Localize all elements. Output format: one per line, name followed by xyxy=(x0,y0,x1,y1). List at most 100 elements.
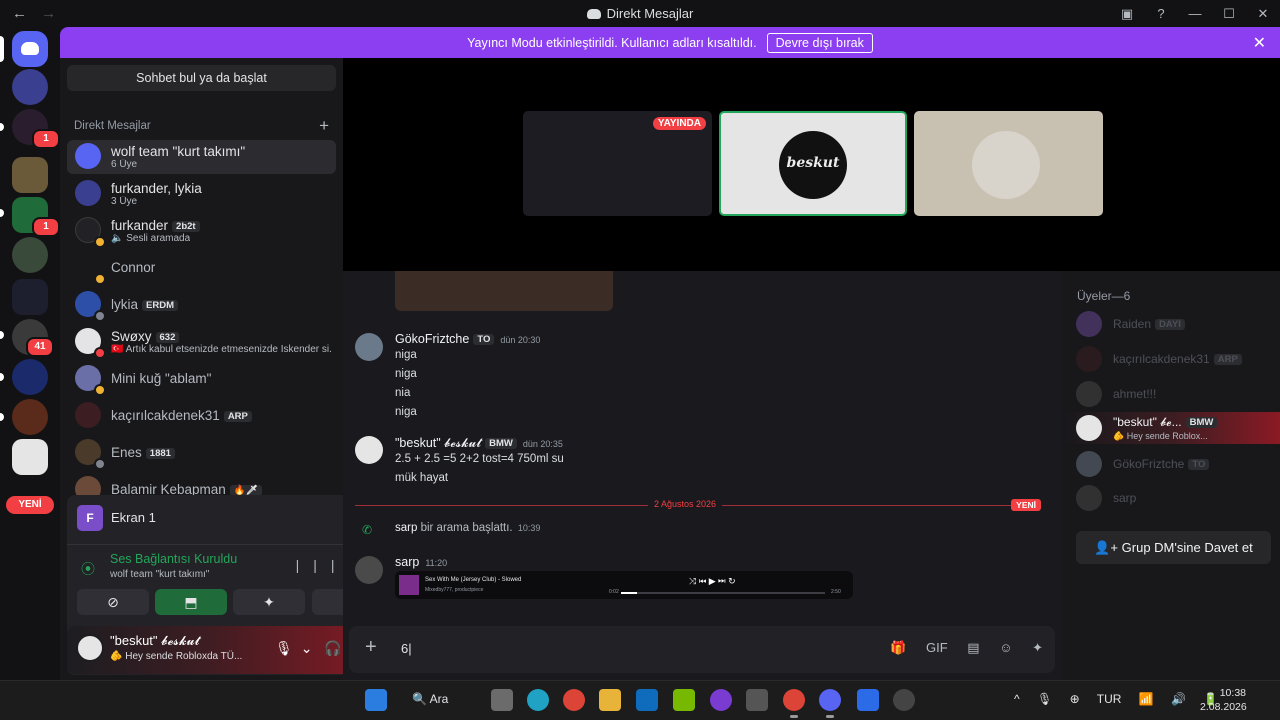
help-icon[interactable]: ? xyxy=(1144,0,1178,27)
clock[interactable]: 10:38 2.08.2026 xyxy=(1200,686,1247,714)
member-item[interactable]: "beskut" 𝓫𝓮... BMW 🫵 Hey sende Roblox... xyxy=(1063,412,1280,444)
stream-tile-beskut[interactable]: beskut xyxy=(719,111,907,216)
stream-tile-participant[interactable] xyxy=(914,111,1103,216)
user-name[interactable]: "beskut" 𝓫𝓮𝓼𝓴𝓾𝓽 xyxy=(110,633,200,649)
chat-app-icon[interactable] xyxy=(710,689,732,711)
edge-icon[interactable] xyxy=(527,689,549,711)
discord-icon[interactable] xyxy=(819,689,841,711)
chrome-profile-icon[interactable] xyxy=(783,689,805,711)
offline-status-icon xyxy=(94,310,106,322)
server-icon[interactable] xyxy=(12,237,48,273)
dm-avatar-shortcut[interactable] xyxy=(12,69,48,105)
server-icon[interactable] xyxy=(12,157,48,193)
tray-overflow-icon[interactable]: ^ xyxy=(1014,692,1020,706)
server-icon[interactable] xyxy=(12,439,48,475)
member-avatar xyxy=(1076,311,1102,337)
wifi-icon[interactable]: 📶 xyxy=(1139,692,1154,706)
invite-to-group-dm-button[interactable]: 👤+ Grup DM'sine Davet et xyxy=(1076,531,1271,564)
windows-start-icon[interactable] xyxy=(365,689,387,711)
message-avatar[interactable] xyxy=(355,333,383,361)
user-avatar[interactable] xyxy=(76,634,104,662)
message-author[interactable]: "beskut" 𝓫𝓮𝓼𝓴𝓾𝓽 xyxy=(395,436,481,450)
spotify-embed: Sex With Me (Jersey Club) - Slowed Mixed… xyxy=(395,571,853,599)
dm-item-furkander[interactable]: furkander 2b2t 🔈 Sesli aramada xyxy=(67,214,336,248)
member-item[interactable]: sarp xyxy=(1063,482,1280,514)
message-avatar[interactable] xyxy=(355,556,383,584)
message-author[interactable]: GökoFriztche xyxy=(395,332,469,346)
language-icon[interactable]: ⊕ xyxy=(1070,692,1080,706)
message-author[interactable]: sarp xyxy=(395,555,419,569)
volume-icon[interactable]: 🔊 xyxy=(1171,692,1186,706)
file-explorer-icon[interactable] xyxy=(599,689,621,711)
minimize-button[interactable]: — xyxy=(1178,0,1212,27)
message-image-attachment[interactable] xyxy=(395,271,613,311)
message-avatar[interactable] xyxy=(355,436,383,464)
member-item[interactable]: GökoFriztche TO xyxy=(1063,448,1280,480)
nvidia-icon[interactable] xyxy=(673,689,695,711)
guild-tag: 2b2t xyxy=(172,221,200,232)
outlook-icon[interactable] xyxy=(636,689,658,711)
create-dm-icon[interactable]: + xyxy=(319,116,329,136)
dm-item-connor[interactable]: Connor xyxy=(67,251,336,285)
screen-share-button[interactable]: ⬒ xyxy=(155,589,227,615)
chrome-icon[interactable] xyxy=(563,689,585,711)
member-item[interactable]: Raiden DAYI xyxy=(1063,308,1280,340)
guild-tag: TO xyxy=(1188,459,1210,470)
keyboard-layout[interactable]: TUR xyxy=(1097,692,1122,706)
server-icon[interactable] xyxy=(12,359,48,395)
close-window-button[interactable]: ✕ xyxy=(1246,0,1280,27)
new-servers-pill[interactable]: YENİ xyxy=(6,496,54,514)
app-icon[interactable] xyxy=(893,689,915,711)
gift-icon[interactable]: 🎁 xyxy=(890,640,906,655)
microphone-icon[interactable]: 🎙 xyxy=(1037,692,1052,706)
activities-button[interactable]: ✦ xyxy=(233,589,305,615)
track-progress-fill xyxy=(621,592,638,594)
task-view-icon[interactable] xyxy=(491,689,513,711)
dm-item-enes[interactable]: Enes 1881 xyxy=(67,436,336,470)
track-progress-bar[interactable] xyxy=(621,592,825,594)
dm-name-text: Swøxy xyxy=(111,329,152,344)
message-input[interactable]: 6| xyxy=(401,641,412,656)
voice-connected-title[interactable]: Ses Bağlantısı Kuruldu xyxy=(110,552,237,566)
track-title[interactable]: Sex With Me (Jersey Club) - Slowed xyxy=(425,577,521,583)
camera-off-button[interactable]: ⊘ xyxy=(77,589,149,615)
call-author[interactable]: sarp xyxy=(395,522,417,534)
server-icon[interactable] xyxy=(12,399,48,435)
headphones-icon[interactable]: 🎧 xyxy=(324,640,341,656)
dm-item-wolf-team[interactable]: wolf team "kurt takımı" 6 Üye xyxy=(67,140,336,174)
noise-suppression-icon[interactable]: ||| xyxy=(296,557,349,573)
emoji-icon[interactable]: ☺ xyxy=(999,640,1012,655)
banner-close-icon[interactable]: ✕ xyxy=(1253,33,1266,53)
member-item[interactable]: kaçırılcakdenek31 ARP xyxy=(1063,343,1280,375)
sticker-icon[interactable]: ▤ xyxy=(967,640,979,655)
folder-icon[interactable] xyxy=(12,279,48,315)
dm-item-mini-kug[interactable]: Mini kuğ "ablam" xyxy=(67,362,336,396)
app-icon[interactable] xyxy=(746,689,768,711)
maximize-button[interactable]: ☐ xyxy=(1212,0,1246,27)
track-artist[interactable]: Mixedby777, productpiece xyxy=(425,587,483,593)
member-item[interactable]: ahmet!!! xyxy=(1063,378,1280,410)
gif-button[interactable]: GIF xyxy=(926,640,948,655)
dm-item-lykia[interactable]: lykia ERDM xyxy=(67,288,336,322)
new-messages-badge: YENİ xyxy=(1011,499,1041,511)
stream-tile-screen[interactable]: YAYINDA xyxy=(523,111,712,216)
apps-icon[interactable]: ✦ xyxy=(1032,640,1043,655)
playback-controls[interactable]: ⤨ ⏮ ▶ ⏭ ↻ xyxy=(689,576,736,587)
inbox-icon[interactable]: ▣ xyxy=(1110,0,1144,27)
disable-streamer-mode-button[interactable]: Devre dışı bırak xyxy=(766,32,873,53)
dm-item-swoxy[interactable]: Swøxy 632 🇹🇷 Artık kabul etsenizde etmese… xyxy=(67,325,336,359)
find-conversation-button[interactable]: Sohbet bul ya da başlat xyxy=(67,65,336,91)
dm-subtitle: 6 Üye xyxy=(111,159,138,170)
upload-plus-icon[interactable]: + xyxy=(365,636,377,659)
roblox-icon[interactable] xyxy=(857,689,879,711)
microphone-icon[interactable]: 🎙 xyxy=(275,640,293,656)
dm-item-kacirilcakdenek31[interactable]: kaçırılcakdenek31 ARP xyxy=(67,399,336,433)
idle-status-icon xyxy=(94,384,106,396)
chevron-down-icon[interactable]: ⌄ xyxy=(301,640,313,656)
taskbar-search[interactable]: 🔍 Ara xyxy=(412,692,448,706)
dm-name-text: lykia xyxy=(111,297,139,312)
voice-channel-name[interactable]: wolf team "kurt takımı" xyxy=(110,569,209,580)
message-timestamp: 10:39 xyxy=(517,523,541,533)
dm-item-furkander-lykia[interactable]: furkander, lykia 3 Üye xyxy=(67,177,336,211)
home-button[interactable] xyxy=(12,31,48,67)
